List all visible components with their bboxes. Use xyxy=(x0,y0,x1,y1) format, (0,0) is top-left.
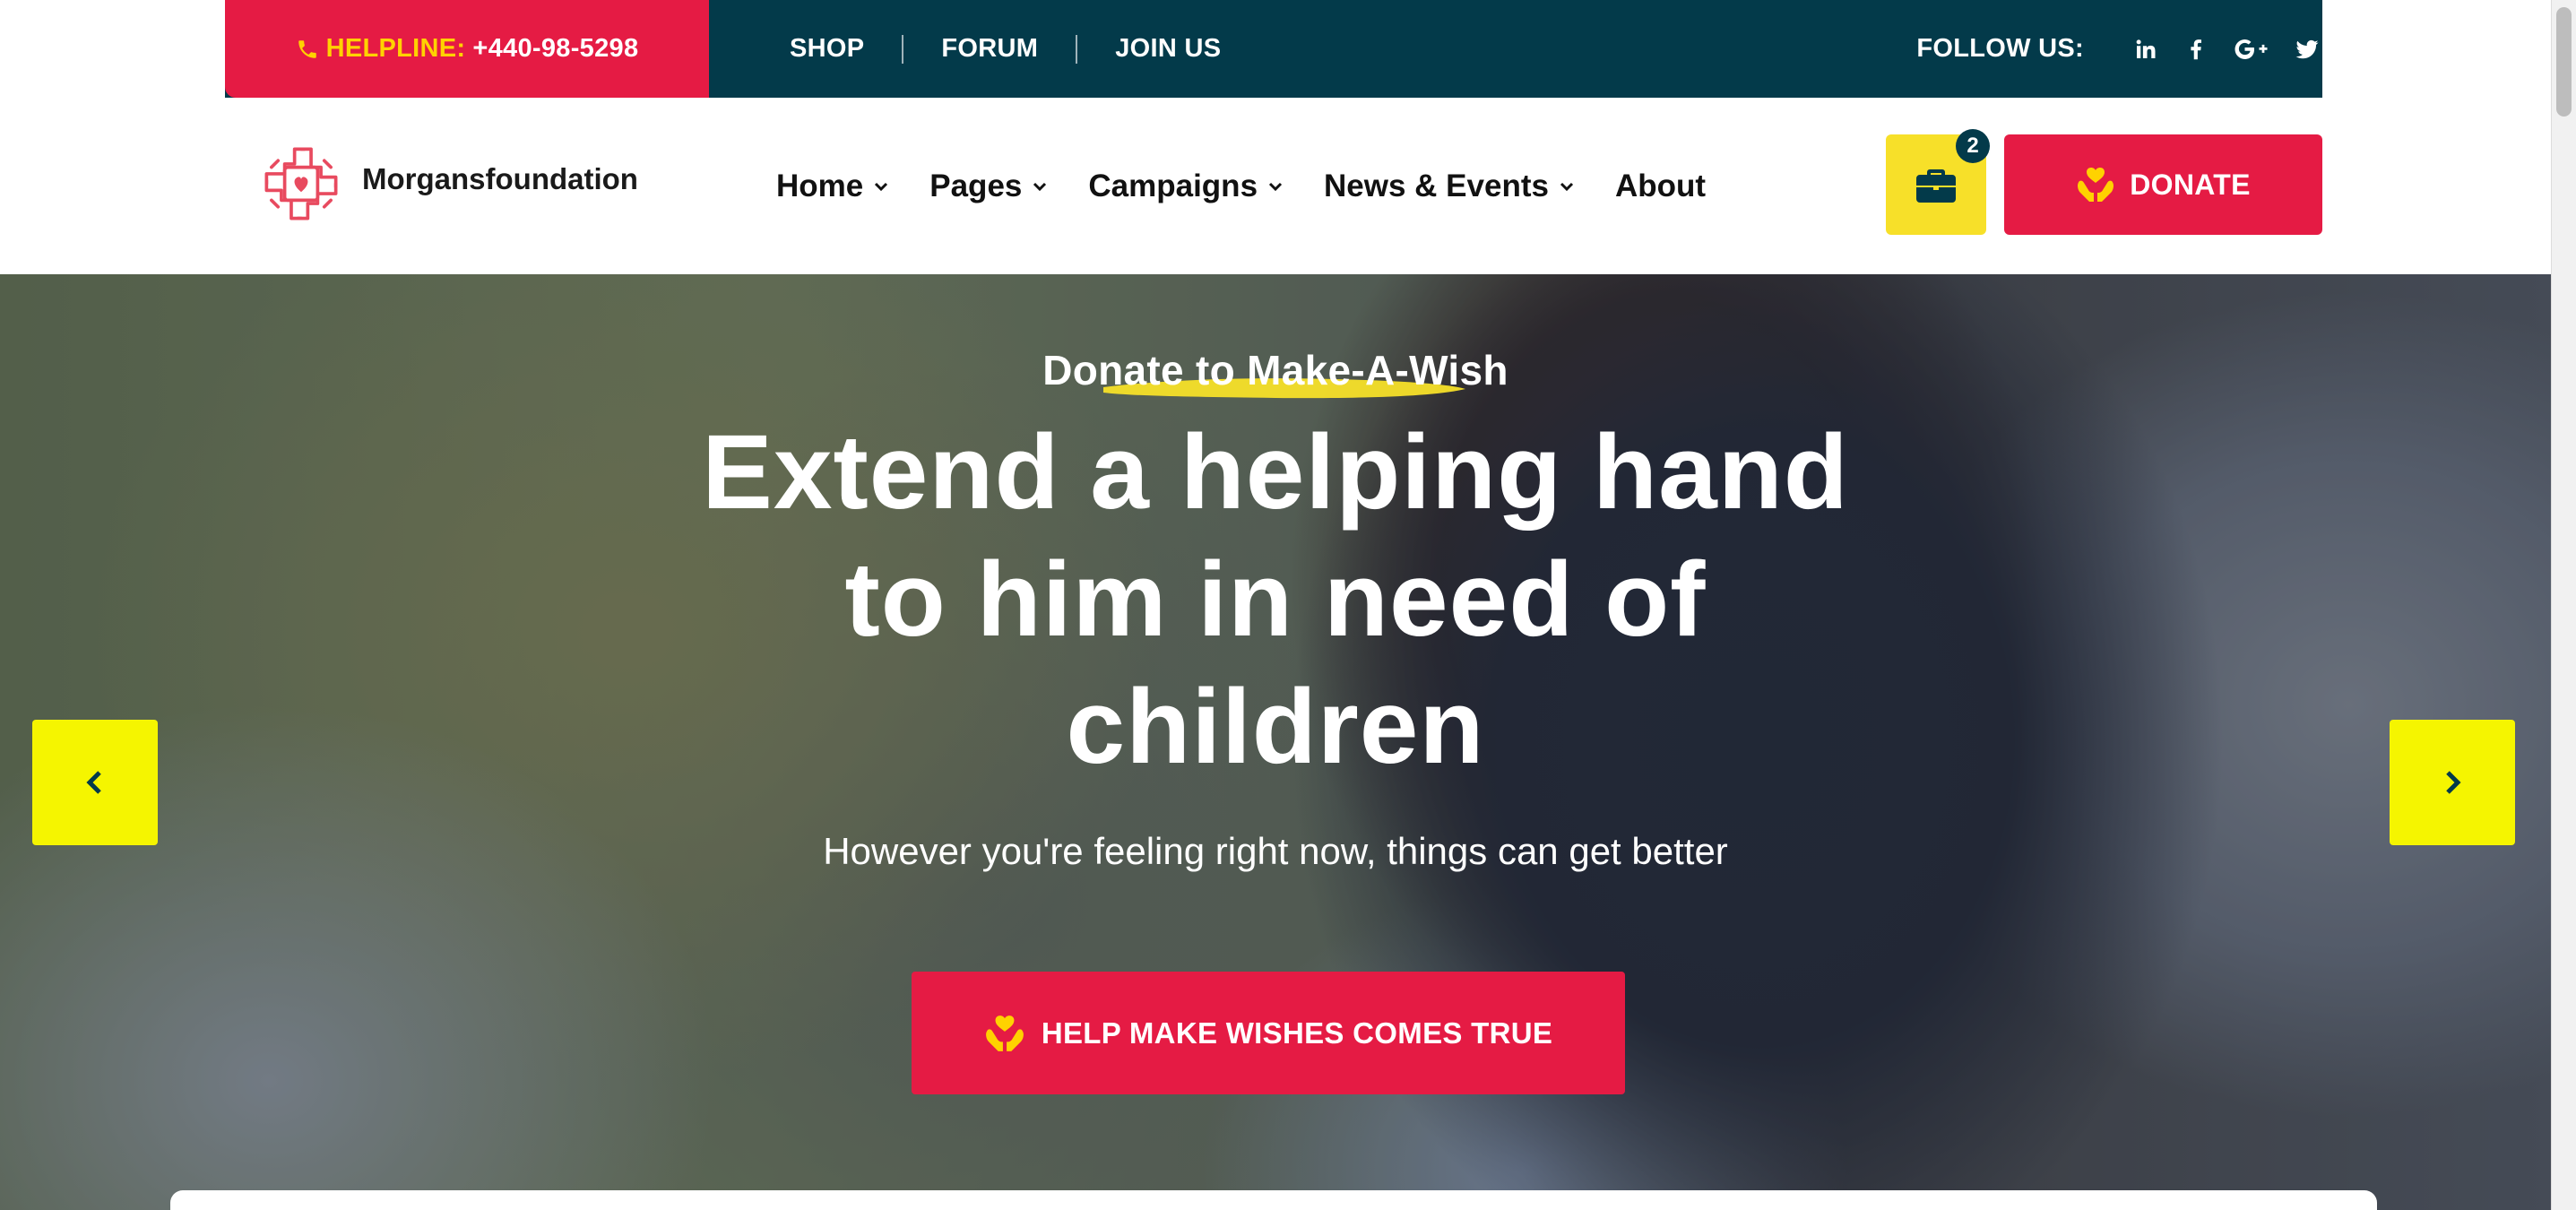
hero-eyebrow-text: Donate to Make-A-Wish xyxy=(1042,347,1508,393)
nav-about-label: About xyxy=(1614,168,1707,203)
cta-label: HELP MAKE WISHES COMES TRUE xyxy=(1041,1016,1553,1050)
hero-subtitle: However you're feeling right now, things… xyxy=(823,830,1728,872)
helpline-number[interactable]: +440-98-5298 xyxy=(472,34,638,64)
hero-eyebrow-wrap: Donate to Make-A-Wish xyxy=(0,346,2551,399)
slider-next-button[interactable] xyxy=(2390,720,2515,845)
hero-title-line-1: Extend a helping hand xyxy=(702,413,1849,532)
scrollbar-thumb[interactable] xyxy=(2556,7,2572,117)
donate-button[interactable]: DONATE xyxy=(2004,134,2322,235)
nav-campaigns[interactable]: Campaigns xyxy=(1088,169,1284,204)
hero-title-line-3: children xyxy=(1066,668,1485,786)
nav-campaigns-label: Campaigns xyxy=(1088,168,1258,203)
chevron-down-icon xyxy=(875,182,888,191)
cart-count-badge: 2 xyxy=(1956,129,1990,163)
site-header: Morgansfoundation Home Pages Campaigns N… xyxy=(0,98,2551,274)
chevron-right-icon xyxy=(2446,771,2461,794)
top-bar: HELPLINE: +440-98-5298 SHOP FORUM JOIN U… xyxy=(225,0,2322,98)
chevron-down-icon xyxy=(1268,182,1283,191)
nav-about[interactable]: About xyxy=(1615,169,1706,204)
page-scrollbar[interactable] xyxy=(2551,0,2576,1210)
phone-icon xyxy=(298,39,316,58)
nav-news-events[interactable]: News & Events xyxy=(1324,169,1576,204)
slider-prev-button[interactable] xyxy=(32,720,158,845)
hero-slider: Donate to Make-A-Wish Extend a helping h… xyxy=(0,274,2551,1210)
nav-pages-label: Pages xyxy=(929,168,1023,203)
shop-link[interactable]: SHOP xyxy=(745,34,902,64)
follow-us: FOLLOW US: xyxy=(1916,0,2322,98)
google-plus-icon[interactable] xyxy=(2231,34,2272,65)
heart-hands-icon xyxy=(2078,168,2114,202)
linkedin-icon[interactable] xyxy=(2131,34,2161,65)
nav-news-events-label: News & Events xyxy=(1324,168,1549,203)
facebook-icon[interactable] xyxy=(2181,34,2211,65)
helpline-label: HELPLINE: xyxy=(325,34,466,63)
chevron-down-icon xyxy=(1033,182,1047,191)
chevron-left-icon xyxy=(86,771,101,794)
join-us-link[interactable]: JOIN US xyxy=(1077,34,1258,64)
main-nav: Home Pages Campaigns News & Events About xyxy=(776,98,1745,274)
briefcase-icon xyxy=(1916,169,1956,203)
donate-label: DONATE xyxy=(2130,168,2251,201)
twitter-icon[interactable] xyxy=(2292,34,2322,65)
cart-button[interactable]: 2 xyxy=(1886,129,1990,235)
help-make-wishes-button[interactable]: HELP MAKE WISHES COMES TRUE xyxy=(912,972,1625,1094)
brand-name: Morgansfoundation xyxy=(362,162,638,195)
follow-label: FOLLOW US: xyxy=(1916,34,2084,63)
logo[interactable]: Morgansfoundation xyxy=(260,143,638,225)
forum-link[interactable]: FORUM xyxy=(903,34,1076,64)
chevron-down-icon xyxy=(1560,182,1574,191)
top-links: SHOP FORUM JOIN US xyxy=(745,0,1258,98)
hero-content: Donate to Make-A-Wish Extend a helping h… xyxy=(0,274,2551,1210)
helpline[interactable]: HELPLINE: +440-98-5298 xyxy=(225,0,709,98)
nav-home-label: Home xyxy=(776,168,864,203)
heart-hands-icon xyxy=(985,1015,1024,1051)
hero-title-line-2: to him in need of xyxy=(844,540,1707,659)
hero-eyebrow: Donate to Make-A-Wish xyxy=(1042,346,1508,399)
nav-home[interactable]: Home xyxy=(776,169,890,204)
campaign-card-peek xyxy=(170,1190,2377,1210)
nav-pages[interactable]: Pages xyxy=(929,169,1049,204)
hero-title: Extend a helping hand to him in need of … xyxy=(0,409,2551,791)
linked-hands-logo-icon xyxy=(264,147,338,220)
